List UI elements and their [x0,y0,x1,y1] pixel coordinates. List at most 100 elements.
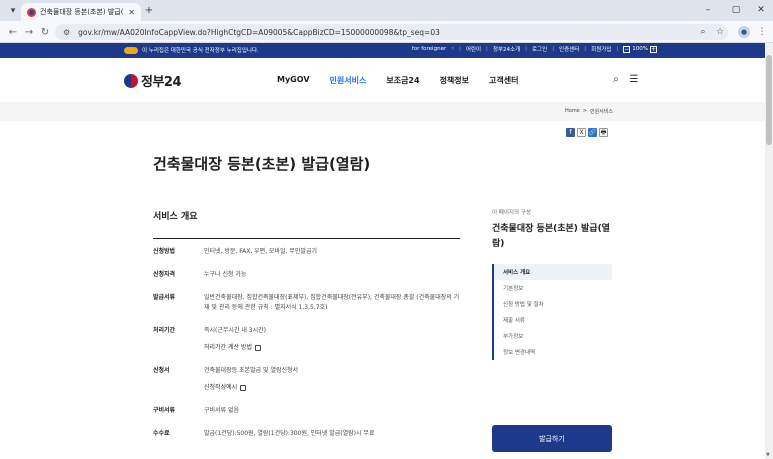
minimize-button[interactable]: – [700,3,716,17]
gov-banner-mark-icon [124,47,138,54]
profile-avatar-icon[interactable]: ● [738,26,750,38]
link-text[interactable]: 처리기간 계산 방법 [204,343,252,353]
gov-official-banner: 이 누리집은 대한민국 공식 전자정부 누리집입니다. for foreigne… [0,43,765,58]
maximize-button[interactable]: ▢ [728,3,744,17]
gov-banner-notice[interactable]: 이 누리집은 대한민국 공식 전자정부 누리집입니다. [142,46,259,54]
main-nav: MyGOV 민원서비스 보조금24 정책정보 고객센터 [277,75,518,86]
info-label: 신청자격 [153,271,176,278]
nav-mygov[interactable]: MyGOV [277,75,310,86]
taegeuk-emblem-icon [124,73,138,88]
popup-window-icon [254,345,261,351]
toc-item-additional-info[interactable]: 부가정보 [494,328,612,344]
nav-customer-center[interactable]: 고객센터 [489,75,518,86]
divider: | [584,46,587,52]
tab-title: 건축물대장 등본(초본) 발급(열 [40,8,125,16]
info-value: 건축물대장등.초본발급 및 열람신청서 [204,367,299,374]
bookmark-star-icon[interactable]: ☆ [713,25,727,39]
print-icon[interactable]: 🖶 [599,128,608,137]
breadcrumb-current[interactable]: 민원서비스 [590,108,613,115]
favicon-icon [27,7,36,17]
toc-title: 건축물대장 등본(초본) 발급(열람) [492,224,610,249]
tab-search-icon[interactable]: ▾ [6,4,20,17]
zoom-in-button[interactable]: + [650,45,657,53]
link-for-foreigner[interactable]: for foreigner [412,46,446,52]
nav-subsidy24[interactable]: 보조금24 [386,75,419,86]
service-overview-list: 신청방법 인터넷, 방문, FAX, 우편, 모바일, 무인발급기 신청자격 누… [153,247,460,452]
info-label: 구비서류 [153,407,176,414]
page-scrollbar[interactable]: ▼ [765,43,773,459]
page-toc-sidebar: 이 페이지의 구성 건축물대장 등본(초본) 발급(열람) 서비스 개요 기본정… [492,208,612,452]
hamburger-menu-icon[interactable]: ☰ [628,73,640,85]
info-row-eligibility: 신청자격 누구나 신청 가능 [153,270,460,280]
url-text[interactable]: gov.kr/mw/AA020InfoCappView.do?HighCtgCD… [78,28,440,37]
link-cert-center[interactable]: 인증센터 [559,45,579,53]
info-value-block: 건축물대장등.초본발급 및 열람신청서 신청작성예시 [204,366,298,393]
reload-icon[interactable]: ↻ [38,25,52,39]
section-divider [153,238,460,239]
issue-button[interactable]: 발급하기 [492,425,612,452]
search-icon[interactable]: ⌕ [610,73,622,85]
page-viewport: 이 누리집은 대한민국 공식 전자정부 누리집입니다. for foreigne… [0,43,765,459]
link-signup[interactable]: 회원가입 [591,45,611,53]
divider: | [616,46,619,52]
info-row-application-form: 신청서 건축물대장등.초본발급 및 열람신청서 신청작성예시 [153,366,460,393]
info-label: 신청방법 [153,248,176,255]
text-zoom-control: − 100% + [623,45,657,53]
info-label: 신청서 [153,367,170,374]
divider: | [486,46,488,52]
breadcrumb-home[interactable]: Home [565,108,580,115]
divider: | [458,46,461,52]
toc-item-procedure[interactable]: 신청 방법 및 절차 [494,296,612,312]
info-row-required-docs: 구비서류 구비서류 없음 [153,406,460,416]
browser-tab-active[interactable]: 건축물대장 등본(초본) 발급(열 ✕ [21,3,141,21]
toc-item-overview[interactable]: 서비스 개요 [494,264,612,280]
facebook-icon[interactable]: f [566,128,575,137]
browser-menu-icon[interactable]: ⋮ [757,25,767,39]
share-toolbar: f X 🔗 🖶 [566,128,608,137]
scroll-down-arrow-icon[interactable]: ▼ [766,452,770,458]
site-header: 정부24 MyGOV 민원서비스 보조금24 정책정보 고객센터 ⌕ ☰ [0,58,765,102]
x-twitter-icon[interactable]: X [577,128,586,137]
section-title-overview: 서비스 개요 [153,212,198,222]
info-value: 일반건축물대장, 집합건축물대장(표제부), 집합건축물대장(전유부), 건축물… [204,294,460,311]
site-logo[interactable]: 정부24 [124,71,182,90]
site-info-icon[interactable]: ⚙ [63,28,70,37]
info-value-block: 즉시(근무시간 내 3시간) 처리기간 계산 방법 [204,326,266,353]
info-label: 발급서류 [153,294,176,301]
info-row-application-method: 신청방법 인터넷, 방문, FAX, 우편, 모바일, 무인발급기 [153,247,460,257]
link-about[interactable]: 정부24소개 [493,45,520,53]
toc-item-basic-info[interactable]: 기본정보 [494,280,612,296]
utility-links: for foreigner ▿ | 어린이 | 정부24소개 | 로그인 | 인… [412,45,657,53]
info-row-fee: 수수료 발급(1건당):500원, 열람(1건당):300원, 인터넷 발급(열… [153,429,460,439]
forward-arrow-icon[interactable]: → [22,25,36,39]
link-text[interactable]: 신청작성예시 [204,383,237,393]
copy-link-icon[interactable]: 🔗 [588,128,597,137]
toc-item-change-history[interactable]: 정보 변경내역 [494,344,612,360]
link-kids[interactable]: 어린이 [466,45,481,53]
nav-civil-service[interactable]: 민원서비스 [330,75,367,86]
form-example-link[interactable]: 신청작성예시 [204,383,247,393]
info-value: 누구나 신청 가능 [204,271,247,278]
link-login[interactable]: 로그인 [532,45,547,53]
close-window-button[interactable]: ✕ [753,3,769,17]
processing-time-calc-link[interactable]: 처리기간 계산 방법 [204,343,261,353]
tab-close-icon[interactable]: ✕ [128,8,135,17]
zoom-magnifier-icon[interactable]: ⌕ [696,25,710,39]
browser-toolbar: ← → ↻ ⚙ gov.kr/mw/AA020InfoCappView.do?H… [0,21,773,43]
breadcrumb: Home > 민원서비스 [565,108,613,115]
info-row-issued-documents: 발급서류 일반건축물대장, 집합건축물대장(표제부), 집합건축물대장(전유부)… [153,293,460,313]
nav-policy-info[interactable]: 정책정보 [440,75,469,86]
scrollbar-thumb[interactable] [766,55,772,145]
browser-tabbar: ▾ 건축물대장 등본(초본) 발급(열 ✕ + – ▢ ✕ [0,0,773,21]
toc-item-documents[interactable]: 제출 서류 [494,312,612,328]
back-arrow-icon[interactable]: ← [6,25,20,39]
new-tab-button[interactable]: + [143,4,155,17]
info-row-processing-time: 처리기간 즉시(근무시간 내 3시간) 처리기간 계산 방법 [153,326,460,353]
info-label: 수수료 [153,430,170,437]
info-value: 인터넷, 방문, FAX, 우편, 모바일, 무인발급기 [204,248,317,255]
zoom-out-button[interactable]: − [623,45,631,53]
toc-caption: 이 페이지의 구성 [492,210,531,216]
zoom-level: 100% [632,46,648,52]
page-title: 건축물대장 등본(초본) 발급(열람) [153,155,371,173]
address-bar[interactable]: ⚙ gov.kr/mw/AA020InfoCappView.do?HighCtg… [55,24,728,40]
